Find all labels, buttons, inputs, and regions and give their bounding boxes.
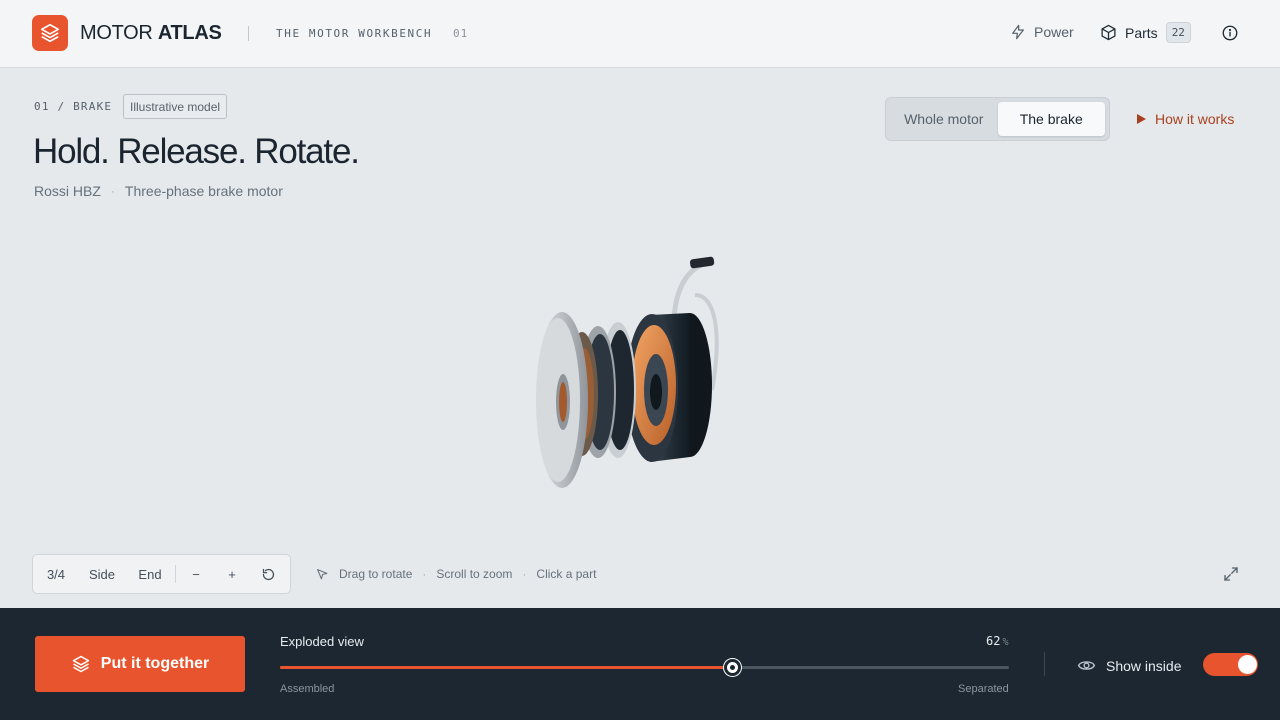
slider-thumb[interactable] xyxy=(723,659,741,676)
how-it-works-link[interactable]: How it works xyxy=(1136,111,1234,127)
exploded-view-number: 62 xyxy=(986,634,1001,648)
header-divider xyxy=(248,26,249,41)
toggle-knob xyxy=(1238,655,1257,674)
exploded-view-unit: % xyxy=(1002,637,1009,648)
separator-dot: · xyxy=(110,184,115,198)
slider-min-label: Assembled xyxy=(280,683,335,695)
hint-separator: · xyxy=(422,567,427,581)
model-name: Rossi HBZ xyxy=(34,183,101,199)
interaction-hints: Drag to rotate · Scroll to zoom · Click … xyxy=(316,567,596,581)
eye-icon xyxy=(1077,661,1096,670)
breadcrumb: 01 / BRAKE xyxy=(34,100,113,113)
hint-separator: · xyxy=(522,567,527,581)
logo-layers-icon[interactable] xyxy=(32,15,68,51)
bottom-bar: Put it together Exploded view 62% Assemb… xyxy=(0,608,1280,720)
parts-count-badge: 22 xyxy=(1165,22,1191,43)
slider-fill xyxy=(280,666,732,669)
illustrative-badge: Illustrative model xyxy=(123,94,228,119)
exploded-view-slider[interactable] xyxy=(280,659,1009,676)
layers-icon xyxy=(72,655,90,673)
play-icon xyxy=(1137,114,1146,124)
bottom-divider xyxy=(1044,652,1045,676)
toggle-the-brake[interactable]: The brake xyxy=(997,102,1105,136)
show-inside-toggle[interactable] xyxy=(1203,653,1258,676)
power-button[interactable]: Power xyxy=(1010,24,1074,40)
view-toggle: Whole motor The brake xyxy=(885,97,1110,141)
how-it-works-label: How it works xyxy=(1155,111,1235,127)
zoom-in-button[interactable]: + xyxy=(216,555,248,593)
brand-name[interactable]: MOTOR ATLAS xyxy=(80,22,222,45)
bolt-icon xyxy=(1012,24,1024,40)
brake-motor-model[interactable] xyxy=(420,240,840,510)
model-type: Three-phase brake motor xyxy=(124,183,283,199)
info-icon[interactable] xyxy=(1221,24,1239,42)
workbench-number: 01 xyxy=(453,27,469,40)
exploded-view-label: Exploded view xyxy=(280,634,364,649)
view-side-button[interactable]: Side xyxy=(79,555,125,593)
show-inside-label: Show inside xyxy=(1106,657,1182,674)
brand-bold: ATLAS xyxy=(157,22,222,44)
fullscreen-icon[interactable] xyxy=(1222,565,1240,583)
slider-max-label: Separated xyxy=(958,683,1009,695)
parts-button[interactable]: Parts 22 xyxy=(1100,22,1191,43)
model-subtitle: Rossi HBZ · Three-phase brake motor xyxy=(34,183,283,199)
show-inside-label-group: Show inside xyxy=(1077,656,1182,675)
reset-icon xyxy=(262,568,274,580)
toggle-whole-motor[interactable]: Whole motor xyxy=(890,102,998,136)
view-end-button[interactable]: End xyxy=(125,555,175,593)
hint-drag: Drag to rotate xyxy=(339,567,413,581)
cube-icon xyxy=(1101,24,1116,41)
brand-light: MOTOR xyxy=(80,22,153,44)
parts-label: Parts xyxy=(1125,24,1158,41)
top-bar: MOTOR ATLAS THE MOTOR WORKBENCH 01 Power… xyxy=(0,0,1280,68)
page-title: Hold. Release. Rotate. xyxy=(33,132,360,171)
zoom-out-button[interactable]: − xyxy=(176,555,216,593)
workbench-label: THE MOTOR WORKBENCH xyxy=(276,27,433,40)
view-three-quarter-button[interactable]: 3/4 xyxy=(33,555,79,593)
hint-click: Click a part xyxy=(536,567,597,581)
exploded-view-value: 62% xyxy=(986,634,1008,648)
cursor-icon xyxy=(317,568,328,579)
power-label: Power xyxy=(1034,24,1074,40)
camera-controls: 3/4 Side End − + xyxy=(32,554,291,594)
reset-view-button[interactable] xyxy=(248,555,288,593)
hint-scroll: Scroll to zoom xyxy=(436,567,513,581)
put-together-button[interactable]: Put it together xyxy=(35,636,245,692)
put-together-label: Put it together xyxy=(100,655,210,672)
